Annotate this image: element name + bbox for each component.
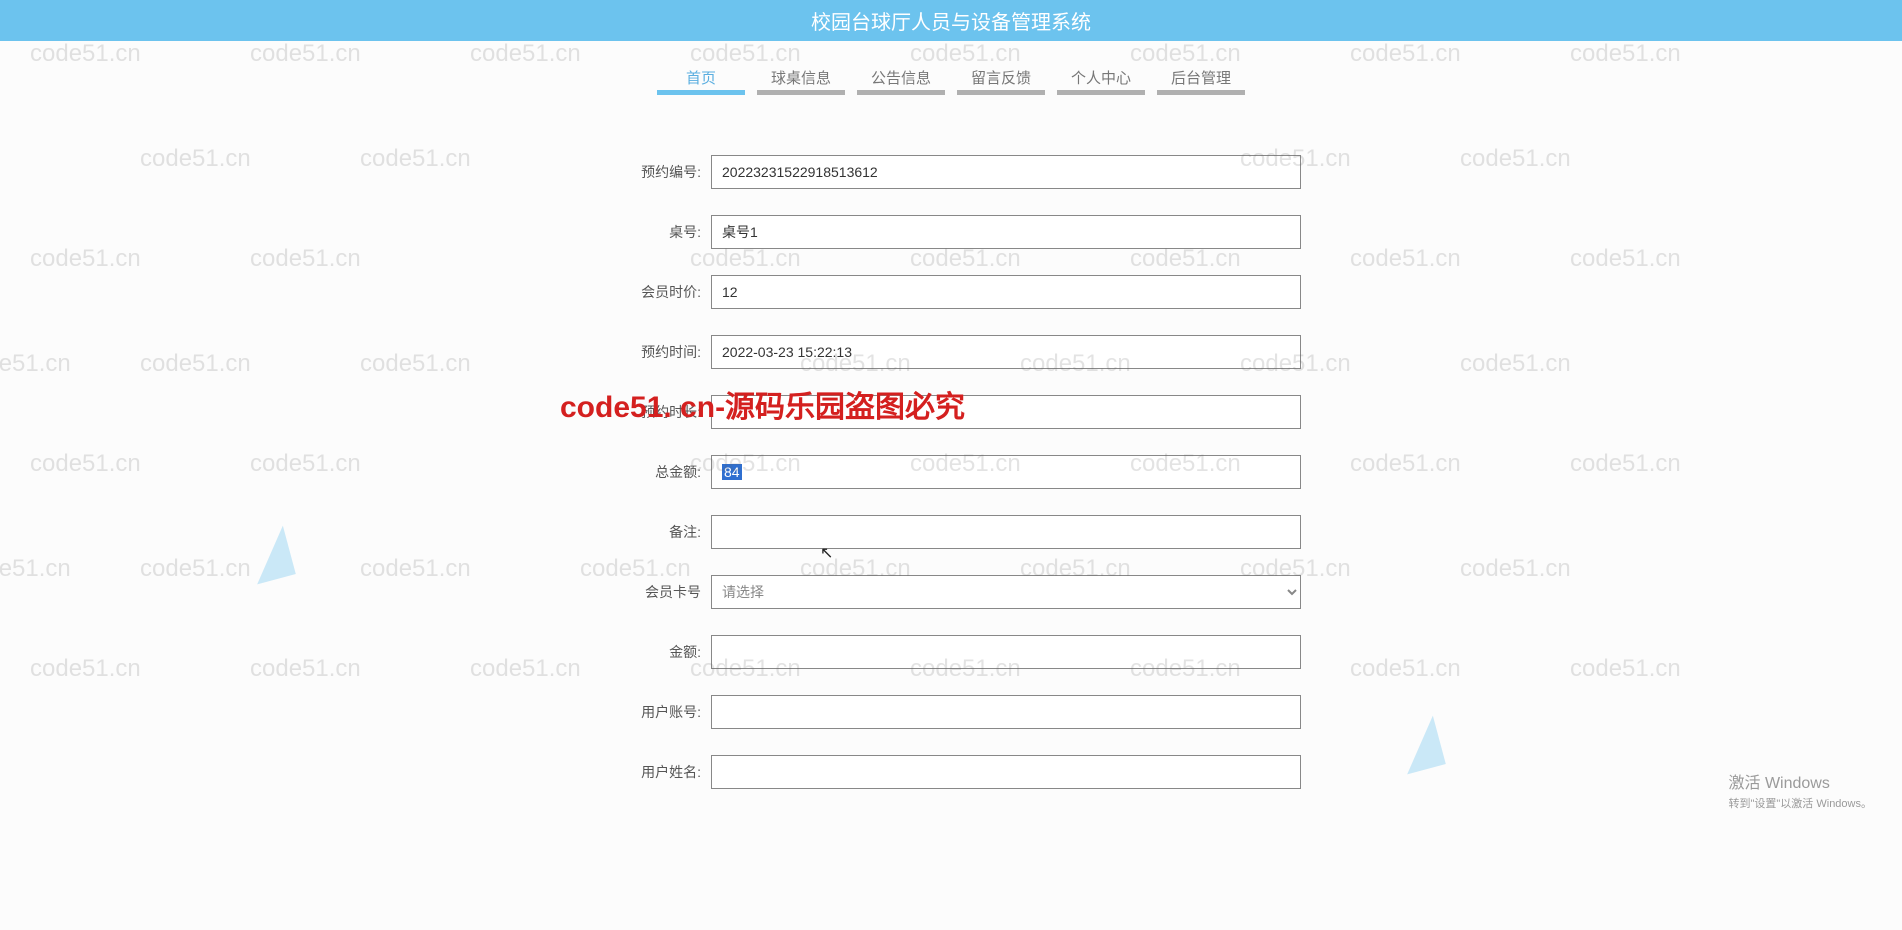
decorative-triangle <box>244 526 296 585</box>
activation-title: 激活 Windows <box>1729 769 1873 793</box>
watermark: code51.cn <box>1350 450 1461 478</box>
watermark: code51.cn <box>360 555 471 583</box>
total-amount-value: 84 <box>722 464 742 480</box>
input-reservation-time[interactable] <box>711 335 1301 369</box>
row-member-card: 会员卡号 请选择 <box>601 575 1301 609</box>
input-total-amount[interactable]: 84 <box>711 455 1301 489</box>
input-table-number[interactable] <box>711 215 1301 249</box>
watermark: code51.cn <box>30 655 141 683</box>
label-member-card: 会员卡号 <box>601 582 711 602</box>
watermark: code51.cn <box>140 555 251 583</box>
tab-user-center[interactable]: 个人中心 <box>1057 59 1145 95</box>
input-duration[interactable] <box>711 395 1301 429</box>
input-amount[interactable] <box>711 635 1301 669</box>
watermark: code51.cn <box>1570 245 1681 273</box>
label-table-number: 桌号: <box>601 222 711 242</box>
watermark: code51.cn <box>30 450 141 478</box>
watermark: code51.cn <box>140 145 251 173</box>
tab-announcements[interactable]: 公告信息 <box>857 59 945 95</box>
row-member-rate: 会员时价: <box>601 275 1301 309</box>
watermark: code51.cn <box>250 245 361 273</box>
label-user-account: 用户账号: <box>601 702 711 722</box>
row-remarks: 备注: <box>601 515 1301 549</box>
row-table-number: 桌号: <box>601 215 1301 249</box>
nav-tabs: 首页 球桌信息 公告信息 留言反馈 个人中心 后台管理 <box>0 59 1902 95</box>
label-duration: 预约时长: <box>601 402 711 422</box>
row-amount: 金额: <box>601 635 1301 669</box>
tab-feedback[interactable]: 留言反馈 <box>957 59 1045 95</box>
input-remarks[interactable] <box>711 515 1301 549</box>
label-user-name: 用户姓名: <box>601 762 711 782</box>
watermark: code51.cn <box>0 350 71 378</box>
row-reservation-time: 预约时间: <box>601 335 1301 369</box>
label-reservation-time: 预约时间: <box>601 342 711 362</box>
row-total-amount: 总金额: 84 <box>601 455 1301 489</box>
watermark: code51.cn <box>140 350 251 378</box>
app-title: 校园台球厅人员与设备管理系统 <box>811 12 1091 34</box>
label-amount: 金额: <box>601 642 711 662</box>
activation-subtitle: 转到"设置"以激活 Windows。 <box>1729 795 1873 811</box>
watermark: code51.cn <box>1460 350 1571 378</box>
tab-home[interactable]: 首页 <box>657 59 745 95</box>
input-member-rate[interactable] <box>711 275 1301 309</box>
watermark: code51.cn <box>360 145 471 173</box>
row-duration: 预约时长: <box>601 395 1301 429</box>
watermark: code51.cn <box>1350 655 1461 683</box>
watermark: code51.cn <box>30 245 141 273</box>
row-reservation-id: 预约编号: <box>601 155 1301 189</box>
watermark: code51.cn <box>1570 450 1681 478</box>
reservation-form: 预约编号: 桌号: 会员时价: 预约时间: 预约时长: 总金额: 84 备注: … <box>601 155 1301 829</box>
watermark: code51.cn <box>1570 655 1681 683</box>
decorative-triangle <box>1394 716 1446 775</box>
label-total-amount: 总金额: <box>601 462 711 482</box>
input-user-account[interactable] <box>711 695 1301 729</box>
watermark: code51.cn <box>1350 245 1461 273</box>
watermark: code51.cn <box>1460 145 1571 173</box>
label-member-rate: 会员时价: <box>601 282 711 302</box>
input-reservation-id[interactable] <box>711 155 1301 189</box>
input-user-name[interactable] <box>711 755 1301 789</box>
watermark: code51.cn <box>250 450 361 478</box>
label-reservation-id: 预约编号: <box>601 162 711 182</box>
windows-activation: 激活 Windows 转到"设置"以激活 Windows。 <box>1729 769 1873 811</box>
row-user-account: 用户账号: <box>601 695 1301 729</box>
watermark: code51.cn <box>470 655 581 683</box>
watermark: code51.cn <box>250 655 361 683</box>
tab-admin[interactable]: 后台管理 <box>1157 59 1245 95</box>
watermark: code51.cn <box>0 555 71 583</box>
watermark: code51.cn <box>1460 555 1571 583</box>
row-user-name: 用户姓名: <box>601 755 1301 789</box>
watermark: code51.cn <box>360 350 471 378</box>
app-title-bar: 校园台球厅人员与设备管理系统 <box>0 0 1902 41</box>
label-remarks: 备注: <box>601 522 711 542</box>
tab-table-info[interactable]: 球桌信息 <box>757 59 845 95</box>
select-member-card[interactable]: 请选择 <box>711 575 1301 609</box>
